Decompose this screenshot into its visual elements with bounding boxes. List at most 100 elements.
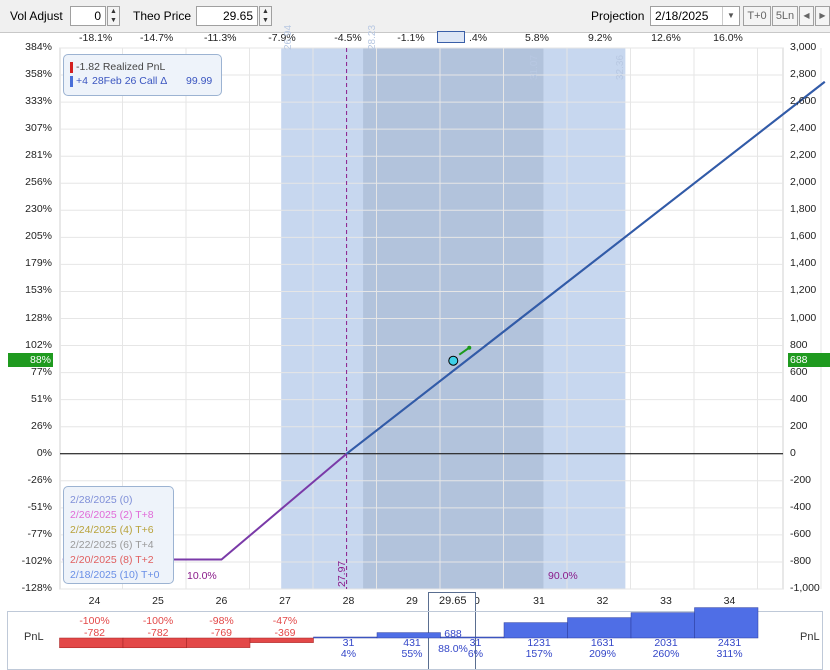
band-label-high-outer: 32.36 (615, 54, 626, 80)
pnl-value: 1631 (590, 637, 615, 649)
date-legend-item: 2/28/2025 (0) (70, 494, 133, 506)
top-pct-tick: -4.5% (334, 32, 362, 44)
right-pnl-tick: 2,400 (790, 122, 817, 135)
breakeven-label: 27.97 (336, 560, 348, 587)
date-legend-item: 2/24/2025 (4) T+6 (70, 524, 154, 536)
top-pct-tick: 5.8% (525, 32, 549, 44)
x-axis-tick: 33 (660, 595, 672, 607)
left-pct-tick: 333% (25, 95, 52, 108)
pnl-value: 2431 (717, 637, 742, 649)
left-pct-tick: 51% (30, 392, 52, 405)
pnl-current-pct: 88.0% (438, 643, 468, 655)
date-legend-item: 2/22/2025 (6) T+4 (70, 539, 154, 551)
right-pnl-tick: 3,000 (790, 41, 817, 53)
x-axis-tick: 26 (215, 595, 228, 607)
left-pct-tick: 205% (25, 230, 52, 243)
left-pct-tick: 358% (25, 68, 52, 81)
pnl-pct: 311% (716, 648, 743, 660)
left-pct-tick: -51% (27, 500, 52, 513)
probability-right: 90.0% (548, 570, 578, 582)
current-pct-badge: 88% (8, 353, 53, 367)
right-pnl-tick: 1,000 (790, 311, 817, 324)
current-price-point[interactable] (448, 355, 459, 366)
left-pct-tick: -128% (21, 582, 52, 594)
pnl-value: 31 (342, 637, 355, 649)
pnl-pct: -100% (142, 615, 174, 627)
x-axis-tick: 31 (533, 595, 545, 607)
top-pct-tick: 16.0% (713, 32, 743, 44)
right-pnl-tick: 2,800 (790, 68, 817, 81)
probability-left: 10.0% (187, 570, 217, 582)
top-pct-tick: 12.6% (651, 32, 681, 44)
top-pct-tick: -11.3% (204, 32, 237, 44)
left-pct-tick: 153% (25, 284, 52, 297)
x-axis-tick: 25 (152, 595, 164, 607)
pnl-pct: 4% (340, 648, 357, 660)
date-legend-item: 2/20/2025 (8) T+2 (70, 554, 154, 566)
left-pct-tick: 77% (30, 365, 52, 378)
pnl-pct: 260% (652, 648, 680, 660)
left-pct-tick: 128% (25, 311, 52, 324)
realized-pnl-marker (70, 62, 73, 73)
left-pct-tick: 230% (25, 203, 52, 216)
left-pct-tick: 307% (25, 122, 52, 135)
right-pnl-tick: 2,000 (790, 176, 817, 189)
position-qty: +4 (76, 75, 88, 87)
pnl-pct: -47% (272, 615, 298, 627)
top-pct-tick: 9.2% (588, 32, 612, 44)
current-pnl-badge: 688 (788, 353, 830, 367)
pnl-current-value: 688 (444, 628, 462, 640)
right-pnl-tick: 2,600 (790, 95, 817, 108)
pnl-value: 1231 (527, 637, 551, 649)
right-pnl-tick: 2,200 (790, 149, 817, 162)
right-pnl-tick: 200 (790, 419, 808, 432)
left-pct-tick: 102% (25, 338, 52, 351)
right-pnl-tick: -800 (790, 554, 812, 567)
left-pct-tick: -102% (21, 554, 52, 567)
x-axis-tick: 29 (406, 595, 418, 607)
right-pnl-tick: -1,000 (790, 582, 820, 594)
left-pct-tick: 0% (36, 446, 52, 459)
right-pnl-tick: 400 (790, 392, 808, 405)
x-axis-tick: 27 (279, 595, 291, 607)
right-pnl-tick: 800 (790, 338, 808, 351)
delta-marker-end (467, 345, 472, 350)
right-pnl-tick: 1,200 (790, 284, 817, 297)
x-axis-tick: 28 (342, 595, 355, 607)
left-pct-tick: 384% (25, 41, 52, 53)
top-pct-tick: -14.7% (140, 32, 174, 44)
band-label-low-outer: 26.94 (283, 24, 294, 50)
realized-pnl-text: -1.82 Realized PnL (76, 61, 166, 73)
x-axis-tick: 24 (88, 595, 101, 607)
current-price-top-box (437, 31, 465, 43)
pnl-value: -369 (274, 627, 296, 639)
right-pnl-tick: -200 (790, 473, 812, 486)
right-pnl-tick: -400 (790, 500, 812, 513)
band-label-high-inner: 31.07 (529, 54, 540, 80)
date-legend-item: 2/26/2025 (2) T+8 (70, 509, 154, 521)
date-legend[interactable]: 2/28/2025 (0) 2/26/2025 (2) T+8 2/24/2025 … (63, 486, 174, 584)
right-pnl-tick: -600 (790, 527, 812, 540)
pnl-pct: -100% (79, 615, 110, 627)
position-delta-value: 99.99 (186, 75, 213, 87)
left-pct-tick: -77% (27, 527, 52, 540)
pnl-value: -769 (210, 627, 232, 639)
right-pnl-tick: 1,600 (790, 230, 817, 243)
top-pct-tick: -18.1% (79, 32, 113, 44)
current-price-x-label: 29.65 (439, 595, 467, 607)
left-pct-tick: 26% (30, 419, 52, 432)
left-pct-tick: -26% (27, 473, 52, 486)
top-pct-tick: -1.1% (397, 32, 425, 44)
left-pct-tick: 281% (25, 149, 52, 162)
pnl-value: -782 (83, 627, 105, 639)
pnl-strip-label-left: PnL (24, 631, 44, 643)
left-pct-tick: 179% (25, 257, 52, 270)
pnl-pct: 209% (589, 648, 616, 660)
x-axis-tick: 34 (723, 595, 736, 607)
position-marker (70, 76, 73, 87)
pnl-value: -782 (147, 627, 169, 639)
left-pct-tick: 256% (25, 176, 52, 189)
right-pnl-tick: 1,400 (790, 257, 817, 270)
position-legend[interactable]: -1.82 Realized PnL +4 28Feb 26 Call Δ 99… (63, 54, 222, 96)
right-pnl-tick: 0 (790, 446, 796, 459)
